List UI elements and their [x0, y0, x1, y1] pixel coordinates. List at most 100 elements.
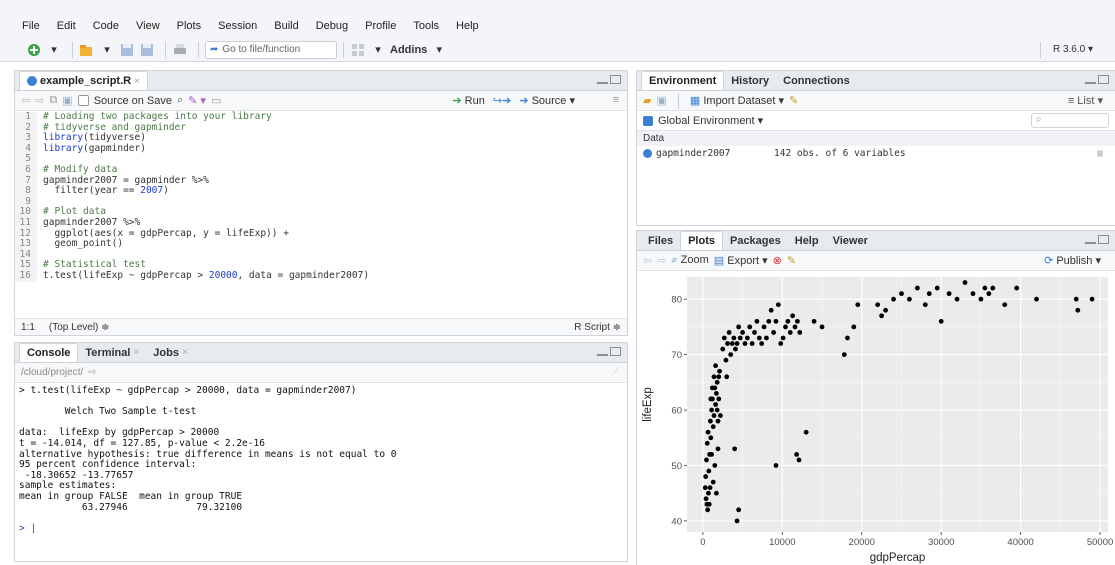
data-point	[1002, 302, 1008, 308]
forward-arrow-icon[interactable]: ⇨	[35, 94, 44, 107]
source-on-save-checkbox[interactable]	[77, 95, 89, 106]
console-path-bar: /cloud/project/ ⇨ ⟋	[15, 363, 627, 383]
tab-packages[interactable]: Packages	[723, 231, 788, 250]
code-editor[interactable]: 1 # Loading two packages into your librar…	[15, 111, 627, 282]
minimize-icon[interactable]	[597, 350, 608, 356]
dropdown-caret-icon[interactable]: ▾	[370, 41, 386, 59]
data-point	[710, 385, 715, 391]
tab-jobs[interactable]: Jobs ×	[146, 343, 195, 362]
dropdown-caret-icon[interactable]: ▾	[99, 41, 115, 59]
back-arrow-icon[interactable]: ⇦	[21, 94, 30, 107]
new-project-icon[interactable]	[79, 41, 95, 59]
r-version-menu[interactable]: R 3.6.0 ▾	[1039, 42, 1093, 58]
menu-file[interactable]: File	[22, 20, 40, 32]
import-dataset-button[interactable]: ▦ Import Dataset ▾	[690, 94, 784, 107]
menu-debug[interactable]: Debug	[316, 20, 348, 32]
compile-report-icon[interactable]: ▭	[211, 94, 221, 107]
minimize-icon[interactable]	[1085, 78, 1096, 84]
window-controls	[1085, 235, 1109, 244]
tab-plots[interactable]: Plots	[680, 231, 723, 250]
search-icon[interactable]: ⌕	[177, 94, 183, 107]
expand-arrow-icon[interactable]	[643, 149, 652, 158]
minimize-icon[interactable]	[1085, 238, 1096, 244]
code-line[interactable]: 11 gapminder2007 %>%	[15, 217, 627, 229]
menu-session[interactable]: Session	[218, 20, 257, 32]
code-line[interactable]: 16 t.test(lifeExp ~ gdpPercap > 20000, da…	[15, 270, 627, 282]
file-type-menu[interactable]: R Script ≑	[574, 322, 621, 333]
run-button[interactable]: ➔ Run	[452, 94, 484, 107]
data-point	[1073, 296, 1079, 302]
maximize-icon[interactable]	[610, 75, 621, 84]
environment-variable-row[interactable]: gapminder2007 142 obs. of 6 variables ▦	[637, 146, 1115, 161]
menu-view[interactable]: View	[136, 20, 160, 32]
data-point	[709, 451, 715, 457]
previous-plot-icon[interactable]: ⇦	[643, 254, 652, 267]
environment-scope-menu[interactable]: Global Environment ▾	[658, 114, 763, 127]
menu-edit[interactable]: Edit	[57, 20, 76, 32]
menu-tools[interactable]: Tools	[413, 20, 439, 32]
next-plot-icon[interactable]: ⇨	[657, 254, 666, 267]
print-icon[interactable]	[172, 41, 188, 59]
clear-console-icon[interactable]: ⟋	[612, 367, 619, 378]
close-icon[interactable]: ×	[133, 347, 139, 358]
list-view-menu[interactable]: ≡ List ▾	[1068, 94, 1103, 107]
show-in-window-icon[interactable]: ⧉	[49, 94, 57, 107]
code-line[interactable]: 6 # Modify data	[15, 164, 627, 176]
tab-viewer[interactable]: Viewer	[826, 231, 875, 250]
maximize-icon[interactable]	[1098, 75, 1109, 84]
load-workspace-icon[interactable]: ▰	[643, 94, 651, 107]
close-icon[interactable]: ×	[134, 76, 140, 87]
search-input[interactable]: ⌕	[1031, 113, 1109, 128]
maximize-icon[interactable]	[610, 347, 621, 356]
save-icon[interactable]	[119, 41, 135, 59]
export-button[interactable]: ▤ Export ▾	[714, 254, 768, 267]
zoom-button[interactable]: ⌕ Zoom	[671, 254, 708, 267]
console-prompt[interactable]: > |	[15, 523, 627, 535]
menu-build[interactable]: Build	[274, 20, 298, 32]
rerun-icon[interactable]: ↪➔	[493, 94, 511, 107]
save-workspace-icon[interactable]: ▣	[656, 94, 666, 107]
tab-terminal[interactable]: Terminal ×	[78, 343, 146, 362]
dropdown-caret-icon[interactable]: ▾	[431, 41, 447, 59]
minimize-icon[interactable]	[597, 78, 608, 84]
tab-console[interactable]: Console	[19, 343, 79, 362]
menu-plots[interactable]: Plots	[177, 20, 201, 32]
data-point	[729, 341, 735, 346]
scope-indicator[interactable]: (Top Level) ≑	[49, 322, 110, 333]
data-point	[775, 302, 781, 308]
code-line[interactable]: 8 filter(year == 2007)	[15, 185, 627, 197]
close-icon[interactable]: ×	[182, 347, 188, 358]
code-line[interactable]: 9	[15, 196, 627, 208]
tab-history[interactable]: History	[724, 71, 776, 90]
save-all-icon[interactable]	[139, 41, 155, 59]
menu-code[interactable]: Code	[93, 20, 119, 32]
tab-environment[interactable]: Environment	[641, 71, 725, 90]
broom-icon[interactable]: ✎	[789, 94, 798, 107]
broom-icon[interactable]: ✎	[787, 254, 796, 267]
code-line[interactable]: 13 geom_point()	[15, 239, 627, 250]
tab-connections[interactable]: Connections	[776, 71, 857, 90]
grid-layout-icon[interactable]	[350, 41, 366, 59]
tab-example-script[interactable]: example_script.R ×	[19, 71, 148, 90]
addins-button[interactable]: Addins	[390, 41, 427, 59]
save-icon[interactable]: ▣	[62, 94, 72, 107]
remove-plot-icon[interactable]: ⊗	[773, 254, 782, 267]
magic-wand-icon[interactable]: ✎ ▾	[188, 94, 206, 107]
toolbar-divider	[72, 41, 73, 58]
go-to-directory-icon[interactable]: ⇨	[88, 367, 96, 378]
view-data-icon[interactable]: ▦	[1097, 148, 1103, 159]
new-file-icon[interactable]	[26, 41, 42, 59]
tab-help[interactable]: Help	[788, 231, 826, 250]
code-line[interactable]: 4 library(gapminder)	[15, 143, 627, 155]
menu-profile[interactable]: Profile	[365, 20, 396, 32]
goto-file-input[interactable]: ➦ Go to file/function	[205, 40, 337, 59]
publish-button[interactable]: ⟳ Publish ▾	[1044, 254, 1101, 267]
outline-icon[interactable]: ≡	[613, 94, 619, 106]
console-output[interactable]: > t.test(lifeExp ~ gdpPercap > 20000, da…	[15, 383, 627, 524]
dropdown-caret-icon[interactable]: ▾	[46, 41, 62, 59]
tab-files[interactable]: Files	[641, 231, 680, 250]
source-button[interactable]: ➔ Source ▾	[519, 94, 575, 107]
menu-help[interactable]: Help	[456, 20, 479, 32]
data-point	[934, 285, 940, 291]
maximize-icon[interactable]	[1098, 235, 1109, 244]
